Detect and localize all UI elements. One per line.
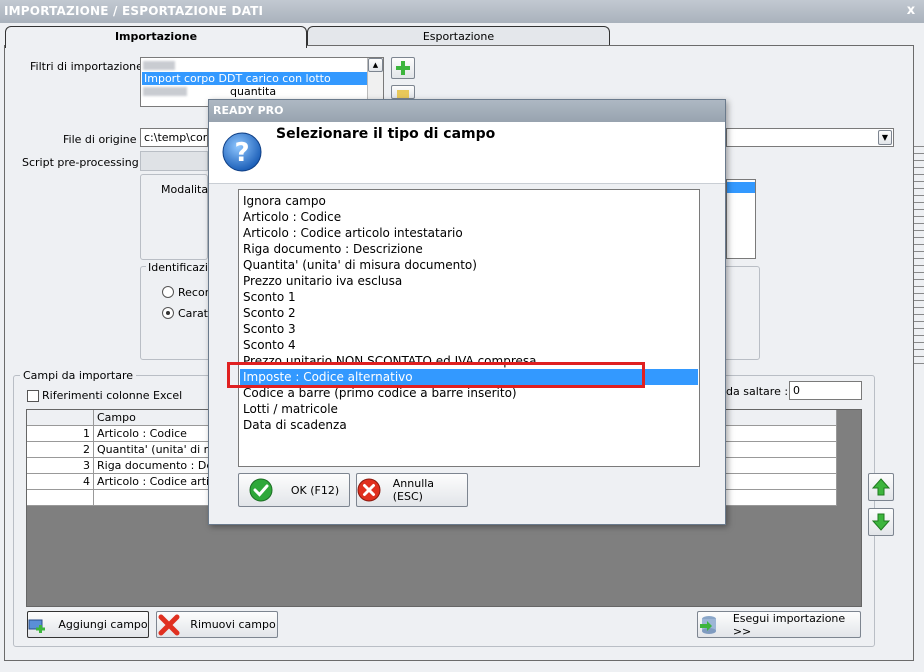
character-radio[interactable] [162,307,174,319]
list-item[interactable]: Ignora campo [240,193,698,209]
filter-item-selected[interactable]: Import corpo DDT carico con lotto [142,72,367,85]
script-input[interactable] [140,151,208,171]
grid-row-number: 2 [27,442,94,458]
grid-row-number: 4 [27,474,94,490]
arrow-up-icon [872,478,890,496]
list-item[interactable]: Quantita' (unita' di misura documento) [240,257,698,273]
grid-row-number: 3 [27,458,94,474]
filters-label: Filtri di importazione : [30,60,151,73]
excel-columns-checkbox[interactable] [27,390,39,402]
file-origin-label: File di origine : [63,133,144,146]
remove-field-label: Rimuovi campo [190,618,276,631]
move-up-button[interactable] [868,473,894,501]
excel-columns-label: Riferimenti colonne Excel [42,389,183,402]
add-filter-button[interactable] [391,57,415,79]
list-item[interactable]: Sconto 2 [240,305,698,321]
grid-corner [27,410,94,426]
tab-importazione[interactable]: Importazione [5,26,307,48]
list-item[interactable]: Sconto 4 [240,337,698,353]
scroll-up-icon[interactable]: ▲ [368,58,383,72]
cancel-icon [357,478,381,502]
add-field-icon [28,619,46,633]
dialog-heading: Selezionare il tipo di campo [276,126,496,142]
field-type-options: Ignora campo Articolo : Codice Articolo … [240,193,698,433]
chevron-down-icon[interactable]: ▼ [878,130,892,145]
grid-empty-cell [27,490,94,506]
skip-label: da saltare : [726,385,789,398]
window-title-bar: IMPORTAZIONE / ESPORTAZIONE DATI [0,0,924,23]
ok-button[interactable]: OK (F12) [238,473,350,507]
remove-field-button[interactable]: Rimuovi campo [156,611,278,638]
filter-item[interactable]: quantita [230,85,276,98]
dialog-title-bar: READY PRO [209,100,725,122]
cancel-button[interactable]: Annulla (ESC) [356,473,468,507]
mode-list[interactable] [726,179,756,259]
grid-row-number: 1 [27,426,94,442]
list-item[interactable]: Lotti / matricole [240,401,698,417]
svg-text:?: ? [234,138,249,168]
list-item[interactable]: Articolo : Codice [240,209,698,225]
script-label: Script pre-processing : [22,156,146,169]
edit-filter-button[interactable] [391,85,415,99]
mode-item-selected[interactable] [727,182,755,193]
list-item[interactable]: Articolo : Codice articolo intestatario [240,225,698,241]
cancel-label: Annulla (ESC) [392,477,435,503]
add-field-label: Aggiungi campo [58,618,148,631]
move-down-button[interactable] [868,508,894,536]
list-item[interactable]: Sconto 3 [240,321,698,337]
red-x-icon [158,614,180,635]
dialog-title: READY PRO [213,104,284,117]
highlight-box [227,362,645,388]
run-import-label: Esegui importazione >> [732,611,846,638]
database-import-icon [700,615,716,634]
close-button[interactable]: x [904,4,918,18]
folder-icon [397,90,409,98]
right-edge-divider [914,140,924,370]
dialog-header: ? Selezionare il tipo di campo [209,122,725,184]
list-item[interactable]: Prezzo unitario iva esclusa [240,273,698,289]
blurred-filter-item [143,87,187,96]
ok-label: OK (F12) [290,483,340,497]
question-icon: ? [222,132,262,172]
arrow-down-icon [872,513,890,531]
check-icon [249,478,273,502]
run-import-button[interactable]: Esegui importazione >> [697,611,861,638]
record-radio-label: Recor [178,286,210,299]
fields-group-label: Campi da importare [20,369,136,382]
select-field-type-dialog: READY PRO ? Selezionare il tipo di campo… [208,99,726,525]
window-title: IMPORTAZIONE / ESPORTAZIONE DATI [4,4,264,18]
plus-icon [396,61,410,75]
add-field-button[interactable]: Aggiungi campo [27,611,149,638]
file-origin-dropdown[interactable]: ▼ [726,128,894,147]
list-item[interactable]: Riga documento : Descrizione [240,241,698,257]
record-radio[interactable] [162,286,174,298]
field-type-list[interactable]: Ignora campo Articolo : Codice Articolo … [238,189,700,467]
blurred-filter-item [143,61,175,70]
tab-esportazione[interactable]: Esportazione [307,26,610,46]
skip-input[interactable]: 0 [789,381,862,400]
list-item[interactable]: Data di scadenza [240,417,698,433]
file-origin-input[interactable]: c:\temp\corpo [140,128,208,147]
list-item[interactable]: Sconto 1 [240,289,698,305]
